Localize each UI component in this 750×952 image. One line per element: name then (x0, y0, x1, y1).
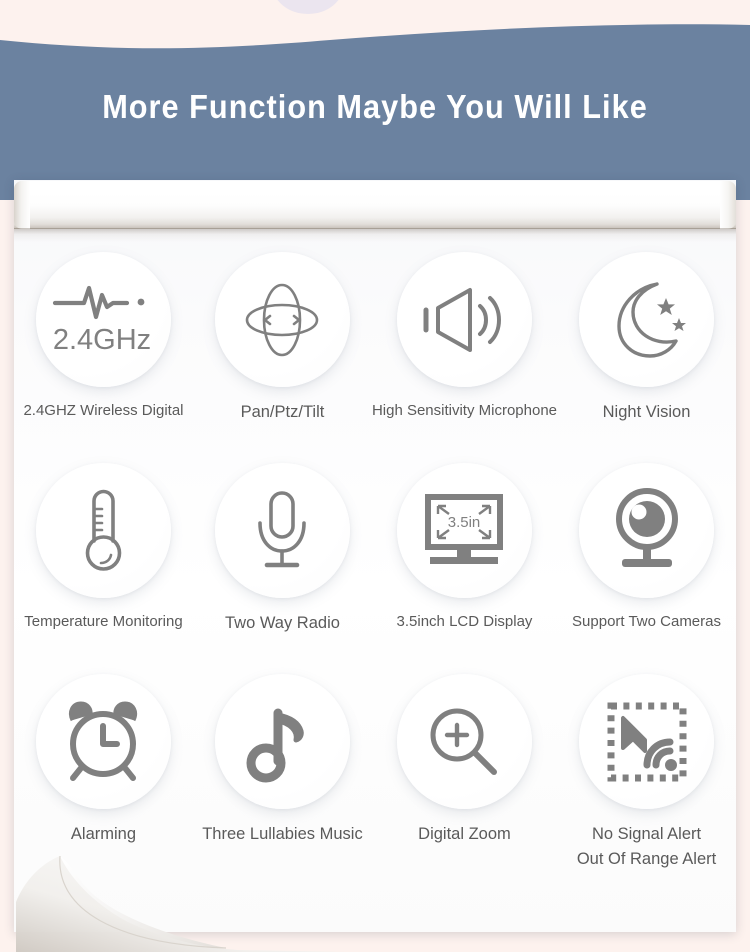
icon-bubble: 2.4GHz (35, 252, 171, 387)
alarm-clock-icon (69, 701, 138, 781)
wifi-24ghz-waveform-icon: 2.4GHz (53, 285, 152, 356)
feature-item: Two Way Radio (193, 463, 372, 674)
music-note-icon (246, 708, 305, 782)
magnifier-plus-icon (430, 708, 498, 775)
feature-label: Three Lullabies Music (202, 825, 363, 843)
feature-item: Pan/Ptz/Tilt (193, 252, 372, 463)
icon-bubble: 3.5in (396, 463, 532, 598)
feature-label: Digital Zoom (418, 825, 511, 843)
feature-item: Alarming (14, 674, 193, 885)
feature-item: 3.5in 3.5inch LCD Display (372, 463, 557, 674)
feature-label: 2.4GHZ Wireless Digital (23, 402, 184, 419)
feature-label: Two Way Radio (224, 614, 340, 632)
feature-poster: More Function Maybe You Will Like 2.4GHz… (0, 0, 750, 952)
feature-label: Temperature Monitoring (24, 613, 183, 630)
paper-roll-top (14, 181, 736, 229)
icon-bubble (396, 252, 532, 387)
icon-label: 2.4GHz (53, 324, 151, 356)
feature-item: 2.4GHz 2.4GHZ Wireless Digital (14, 252, 193, 463)
paper-roll-shadow (14, 228, 736, 242)
feature-label: 3.5inch LCD Display (396, 613, 533, 630)
feature-label: High Sensitivity Microphone (371, 402, 558, 419)
feature-label: Pan/Ptz/Tilt (240, 403, 325, 421)
icon-bubble (214, 674, 350, 809)
paper-roll-right-cap (720, 181, 736, 229)
webcam-icon (615, 487, 678, 567)
pan-tilt-rotation-icon (246, 283, 319, 356)
microphone-icon (258, 490, 307, 567)
icon-bubble (214, 252, 350, 387)
feature-label-line2: Out Of Range Alert (576, 849, 717, 868)
feature-label: Night Vision (602, 403, 691, 421)
feature-label: Alarming (70, 825, 137, 843)
moon-stars-icon (616, 281, 686, 358)
feature-item: Three Lullabies Music (193, 674, 372, 885)
feature-label: No Signal Alert Out Of Range Alert (559, 822, 734, 872)
feature-item: Digital Zoom (372, 674, 557, 885)
icon-bubble (35, 674, 171, 809)
thermometer-icon (86, 489, 122, 571)
speaker-sound-icon (423, 287, 502, 352)
icon-bubble (579, 463, 715, 598)
icon-bubble (35, 463, 171, 598)
icon-bubble (579, 674, 715, 809)
icon-label: 3.5in (448, 514, 481, 531)
feature-item: Temperature Monitoring (14, 463, 193, 674)
icon-bubble (579, 252, 715, 387)
paper-roll-left-cap (14, 181, 30, 229)
feature-item: No Signal Alert Out Of Range Alert (557, 674, 736, 885)
no-signal-alert-icon (607, 702, 687, 781)
feature-label: Support Two Cameras (572, 613, 721, 630)
feature-item: Support Two Cameras (557, 463, 736, 674)
feature-grid: 2.4GHz 2.4GHZ Wireless Digital Pan/Ptz/T… (14, 252, 736, 885)
feature-item: Night Vision (557, 252, 736, 463)
feature-label-line1: No Signal Alert (591, 825, 702, 843)
icon-bubble (214, 463, 350, 598)
icon-bubble (396, 674, 532, 809)
feature-item: High Sensitivity Microphone (372, 252, 557, 463)
lcd-monitor-icon: 3.5in (425, 493, 504, 564)
page-title: More Function Maybe You Will Like (102, 88, 648, 125)
